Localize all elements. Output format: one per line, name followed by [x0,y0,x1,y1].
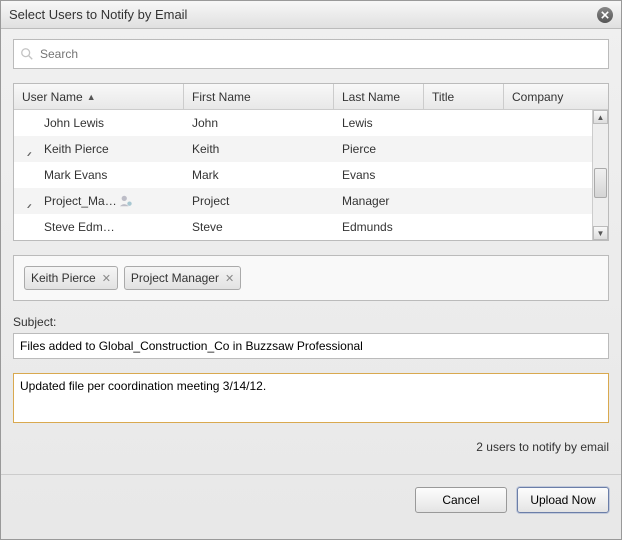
cell-user-name: ✓Project_Ma… [14,194,184,209]
col-company[interactable]: Company [504,84,608,109]
message-input[interactable] [13,373,609,423]
status-text: 2 users to notify by email [13,440,609,454]
chip: Keith Pierce ✕ [24,266,118,290]
users-table: User Name▲ First Name Last Name Title Co… [13,83,609,241]
chip-label: Project Manager [131,271,219,285]
chip: Project Manager ✕ [124,266,241,290]
cell-last-name: Lewis [334,116,424,130]
cell-first-name: Steve [184,220,334,234]
sort-asc-icon: ▲ [87,92,96,102]
check-icon: ✓ [22,148,36,156]
col-user-name[interactable]: User Name▲ [14,84,184,109]
cell-last-name: Edmunds [334,220,424,234]
cell-last-name: Evans [334,168,424,182]
cell-user-name: John Lewis [14,116,184,130]
chip-remove-icon[interactable]: ✕ [102,272,111,285]
cell-last-name: Manager [334,194,424,208]
titlebar: Select Users to Notify by Email [1,1,621,29]
chip-remove-icon[interactable]: ✕ [225,272,234,285]
table-header: User Name▲ First Name Last Name Title Co… [14,84,608,110]
search-icon [20,47,34,61]
chip-label: Keith Pierce [31,271,96,285]
table-row[interactable]: John LewisJohnLewis [14,110,608,136]
notify-dialog: Select Users to Notify by Email User Nam… [0,0,622,540]
cell-user-name: Mark Evans [14,168,184,182]
table-row[interactable]: ✓Project_Ma…ProjectManager [14,188,608,214]
subject-label: Subject: [13,315,609,329]
scroll-thumb[interactable] [594,168,607,198]
selected-chips: Keith Pierce ✕ Project Manager ✕ [13,255,609,301]
cell-last-name: Pierce [334,142,424,156]
table-row[interactable]: Steve Edm…SteveEdmunds [14,214,608,240]
subject-input[interactable] [13,333,609,359]
search-input[interactable] [40,47,602,61]
col-last-name[interactable]: Last Name [334,84,424,109]
scroll-down-icon[interactable]: ▼ [593,226,608,240]
table-row[interactable]: ✓Keith PierceKeithPierce [14,136,608,162]
cancel-button[interactable]: Cancel [415,487,507,513]
cell-user-name: ✓Keith Pierce [14,142,184,156]
check-icon: ✓ [22,200,36,209]
cell-first-name: John [184,116,334,130]
cell-first-name: Project [184,194,334,208]
button-bar: Cancel Upload Now [1,475,621,525]
cell-first-name: Keith [184,142,334,156]
cell-first-name: Mark [184,168,334,182]
group-icon [119,194,133,208]
col-first-name[interactable]: First Name [184,84,334,109]
close-icon[interactable] [597,7,613,23]
table-row[interactable]: Mark EvansMarkEvans [14,162,608,188]
scroll-up-icon[interactable]: ▲ [593,110,608,124]
col-title[interactable]: Title [424,84,504,109]
upload-now-button[interactable]: Upload Now [517,487,609,513]
search-field[interactable] [13,39,609,69]
cell-user-name: Steve Edm… [14,220,184,234]
dialog-title: Select Users to Notify by Email [9,7,597,22]
scrollbar[interactable]: ▲ ▼ [592,110,608,240]
